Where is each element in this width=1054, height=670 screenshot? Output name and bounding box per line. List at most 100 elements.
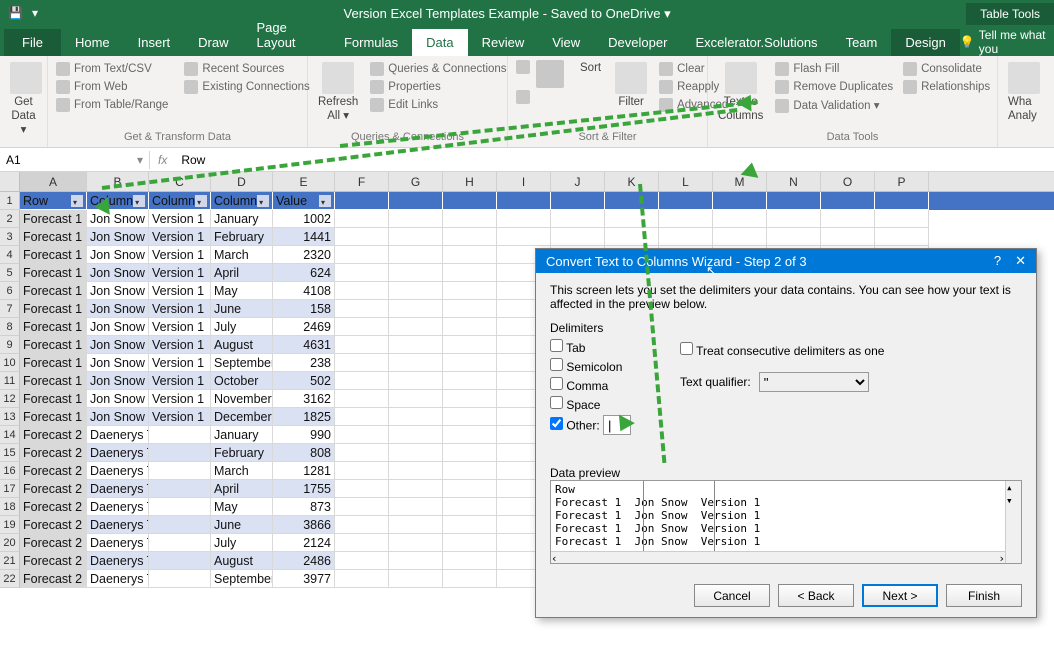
cell-empty[interactable] bbox=[335, 462, 389, 480]
cell-D7[interactable]: June bbox=[211, 300, 273, 318]
data-validation[interactable]: Data Validation ▾ bbox=[775, 96, 893, 115]
cell-B12[interactable]: Jon Snow bbox=[87, 390, 149, 408]
cell-C7[interactable]: Version 1 bbox=[149, 300, 211, 318]
cell-A20[interactable]: Forecast 2 bbox=[20, 534, 87, 552]
cell-D2[interactable]: January bbox=[211, 210, 273, 228]
cell-empty[interactable] bbox=[551, 210, 605, 228]
cell-empty[interactable] bbox=[443, 408, 497, 426]
save-icon[interactable]: 💾 bbox=[8, 6, 24, 22]
cell-A9[interactable]: Forecast 1 bbox=[20, 336, 87, 354]
cell-E6[interactable]: 4108 bbox=[273, 282, 335, 300]
back-button[interactable]: < Back bbox=[778, 584, 854, 607]
row-header-11[interactable]: 11 bbox=[0, 372, 20, 390]
cell-A21[interactable]: Forecast 2 bbox=[20, 552, 87, 570]
column-header-K[interactable]: K bbox=[605, 172, 659, 191]
cell-empty[interactable] bbox=[443, 210, 497, 228]
cell-empty[interactable] bbox=[443, 228, 497, 246]
cell-empty[interactable] bbox=[659, 210, 713, 228]
cell-empty[interactable] bbox=[335, 426, 389, 444]
cell-A3[interactable]: Forecast 1 bbox=[20, 228, 87, 246]
cell-B21[interactable]: Daenerys Targaryen bbox=[87, 552, 149, 570]
cell-A13[interactable]: Forecast 1 bbox=[20, 408, 87, 426]
cell-empty[interactable] bbox=[443, 354, 497, 372]
cell-empty[interactable] bbox=[335, 372, 389, 390]
column-header-F[interactable]: F bbox=[335, 172, 389, 191]
cell-E12[interactable]: 3162 bbox=[273, 390, 335, 408]
cell-D11[interactable]: October bbox=[211, 372, 273, 390]
fx-icon[interactable]: fx bbox=[150, 153, 175, 167]
row-header-4[interactable]: 4 bbox=[0, 246, 20, 264]
text-qualifier-select[interactable]: " bbox=[759, 372, 869, 392]
cell-empty[interactable] bbox=[389, 264, 443, 282]
cell-B6[interactable]: Jon Snow bbox=[87, 282, 149, 300]
cell-empty[interactable] bbox=[389, 282, 443, 300]
from-text-csv[interactable]: From Text/CSV bbox=[56, 60, 168, 78]
cell-empty[interactable] bbox=[389, 192, 443, 210]
cell-empty[interactable] bbox=[551, 228, 605, 246]
tab-data[interactable]: Data bbox=[412, 29, 467, 56]
cell-empty[interactable] bbox=[443, 444, 497, 462]
cell-E14[interactable]: 990 bbox=[273, 426, 335, 444]
cell-A7[interactable]: Forecast 1 bbox=[20, 300, 87, 318]
from-table-range[interactable]: From Table/Range bbox=[56, 96, 168, 114]
filter-dropdown-icon[interactable] bbox=[257, 195, 269, 207]
whatif-button[interactable]: Wha Analy bbox=[1006, 60, 1030, 126]
relationships[interactable]: Relationships bbox=[903, 78, 990, 96]
cell-B11[interactable]: Jon Snow bbox=[87, 372, 149, 390]
cell-D20[interactable]: July bbox=[211, 534, 273, 552]
cell-empty[interactable] bbox=[335, 570, 389, 588]
from-web[interactable]: From Web bbox=[56, 78, 168, 96]
cell-empty[interactable] bbox=[335, 498, 389, 516]
tab-insert[interactable]: Insert bbox=[124, 29, 185, 56]
cell-A4[interactable]: Forecast 1 bbox=[20, 246, 87, 264]
cell-empty[interactable] bbox=[875, 210, 929, 228]
row-header-15[interactable]: 15 bbox=[0, 444, 20, 462]
cell-D13[interactable]: December bbox=[211, 408, 273, 426]
cell-empty[interactable] bbox=[443, 426, 497, 444]
cell-D15[interactable]: February bbox=[211, 444, 273, 462]
cell-empty[interactable] bbox=[389, 534, 443, 552]
cell-C22[interactable] bbox=[149, 570, 211, 588]
cell-empty[interactable] bbox=[335, 390, 389, 408]
tab-home[interactable]: Home bbox=[61, 29, 124, 56]
cell-empty[interactable] bbox=[335, 408, 389, 426]
cell-C9[interactable]: Version 1 bbox=[149, 336, 211, 354]
cell-B20[interactable]: Daenerys Targaryen bbox=[87, 534, 149, 552]
tab-review[interactable]: Review bbox=[468, 29, 539, 56]
cell-C19[interactable] bbox=[149, 516, 211, 534]
cell-A16[interactable]: Forecast 2 bbox=[20, 462, 87, 480]
cell-E10[interactable]: 238 bbox=[273, 354, 335, 372]
cell-B16[interactable]: Daenerys Targaryen bbox=[87, 462, 149, 480]
row-header-2[interactable]: 2 bbox=[0, 210, 20, 228]
cell-empty[interactable] bbox=[497, 192, 551, 210]
column-header-L[interactable]: L bbox=[659, 172, 713, 191]
treat-consecutive[interactable]: Treat consecutive delimiters as one bbox=[680, 342, 884, 358]
cell-empty[interactable] bbox=[335, 516, 389, 534]
cell-empty[interactable] bbox=[605, 210, 659, 228]
cell-A2[interactable]: Forecast 1 bbox=[20, 210, 87, 228]
cell-D22[interactable]: September bbox=[211, 570, 273, 588]
cell-empty[interactable] bbox=[389, 318, 443, 336]
cell-C13[interactable]: Version 1 bbox=[149, 408, 211, 426]
cell-empty[interactable] bbox=[605, 228, 659, 246]
cell-empty[interactable] bbox=[335, 192, 389, 210]
cell-C20[interactable] bbox=[149, 534, 211, 552]
row-header-14[interactable]: 14 bbox=[0, 426, 20, 444]
cell-empty[interactable] bbox=[389, 444, 443, 462]
cell-D10[interactable]: September bbox=[211, 354, 273, 372]
tab-team[interactable]: Team bbox=[832, 29, 892, 56]
cell-A8[interactable]: Forecast 1 bbox=[20, 318, 87, 336]
cell-B8[interactable]: Jon Snow bbox=[87, 318, 149, 336]
cell-D19[interactable]: June bbox=[211, 516, 273, 534]
cell-empty[interactable] bbox=[443, 282, 497, 300]
cell-A12[interactable]: Forecast 1 bbox=[20, 390, 87, 408]
cell-D4[interactable]: March bbox=[211, 246, 273, 264]
cell-empty[interactable] bbox=[713, 228, 767, 246]
cell-empty[interactable] bbox=[443, 498, 497, 516]
tell-me[interactable]: 💡Tell me what you bbox=[960, 28, 1054, 56]
cell-E15[interactable]: 808 bbox=[273, 444, 335, 462]
cell-C4[interactable]: Version 1 bbox=[149, 246, 211, 264]
cell-empty[interactable] bbox=[335, 210, 389, 228]
cell-E22[interactable]: 3977 bbox=[273, 570, 335, 588]
delim-space[interactable]: Space bbox=[550, 396, 650, 412]
